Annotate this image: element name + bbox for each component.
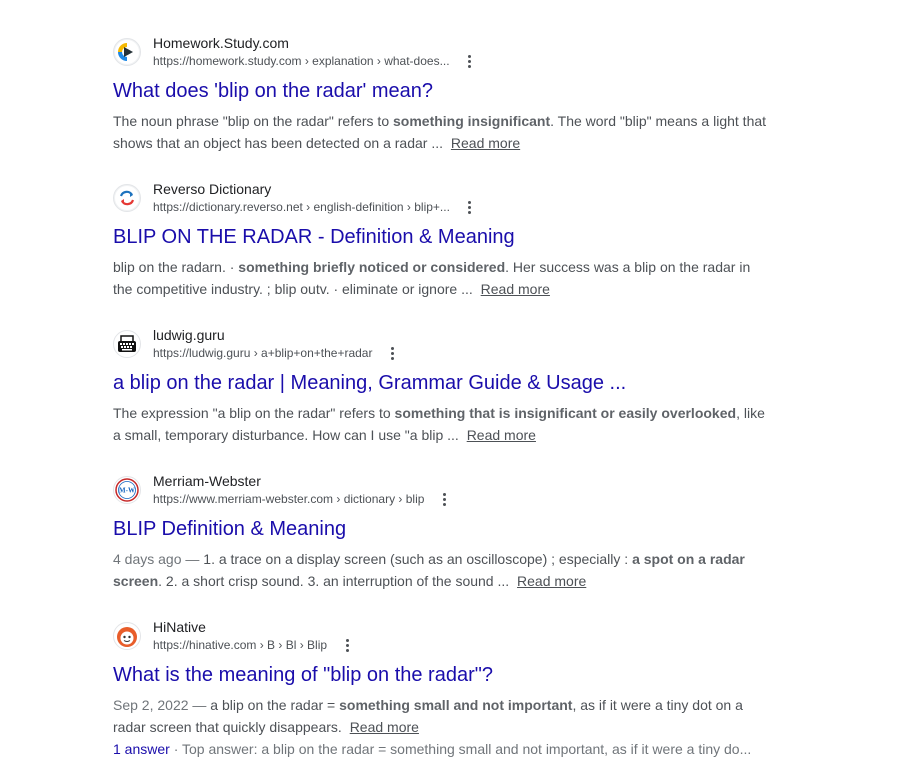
search-result: Reverso Dictionary https://dictionary.re…	[113, 180, 773, 300]
snippet-text: . 2. a short crisp sound. 3. an interrup…	[158, 573, 510, 589]
svg-text:M-W: M-W	[119, 487, 135, 495]
site-url: https://ludwig.guru › a+blip+on+the+rada…	[153, 346, 373, 360]
search-result: ludwig.guru https://ludwig.guru › a+blip…	[113, 326, 773, 446]
result-date: 4 days ago —	[113, 551, 204, 567]
result-source[interactable]: ludwig.guru https://ludwig.guru › a+blip…	[113, 326, 773, 362]
more-options-icon[interactable]	[341, 636, 353, 654]
site-url: https://dictionary.reverso.net › english…	[153, 200, 450, 214]
site-name: ludwig.guru	[153, 327, 225, 343]
site-url: https://homework.study.com › explanation…	[153, 54, 450, 68]
read-more-link[interactable]: Read more	[451, 135, 520, 151]
result-title-link[interactable]: BLIP ON THE RADAR - Definition & Meaning	[113, 224, 773, 250]
search-result: M-W Merriam-Webster https://www.merriam-…	[113, 472, 773, 592]
merriam-webster-mw-icon: M-W	[113, 476, 141, 504]
snippet-highlight: something briefly noticed or considered	[238, 259, 506, 275]
search-results: Homework.Study.com https://homework.stud…	[0, 0, 921, 780]
typewriter-icon	[113, 330, 141, 358]
result-title-link[interactable]: What is the meaning of "blip on the rada…	[113, 662, 773, 688]
snippet-highlight: something insignificant	[393, 113, 551, 129]
result-title-link[interactable]: What does 'blip on the radar' mean?	[113, 78, 773, 104]
result-snippet: 4 days ago — 1. a trace on a display scr…	[113, 548, 773, 592]
read-more-link[interactable]: Read more	[481, 281, 550, 297]
snippet-highlight: something small and not important	[339, 697, 573, 713]
snippet-highlight: something that is insignificant or easil…	[394, 405, 737, 421]
more-options-icon[interactable]	[386, 344, 398, 362]
hinative-face-icon	[113, 622, 141, 650]
more-options-icon[interactable]	[464, 198, 476, 216]
result-snippet: Sep 2, 2022 — a blip on the radar = some…	[113, 694, 773, 738]
result-snippet: The noun phrase "blip on the radar" refe…	[113, 110, 773, 154]
answers-count-link[interactable]: 1 answer	[113, 741, 170, 757]
result-date: Sep 2, 2022 —	[113, 697, 211, 713]
result-source[interactable]: HiNative https://hinative.com › B › Bl ›…	[113, 618, 773, 654]
reverso-arrows-icon	[113, 184, 141, 212]
result-snippet: blip on the radarn. · something briefly …	[113, 256, 773, 300]
result-title-link[interactable]: BLIP Definition & Meaning	[113, 516, 773, 542]
snippet-text: blip on the radarn. ·	[113, 259, 239, 275]
result-title-link[interactable]: a blip on the radar | Meaning, Grammar G…	[113, 370, 773, 396]
read-more-link[interactable]: Read more	[350, 719, 419, 735]
top-answer-line: 1 answer · Top answer: a blip on the rad…	[113, 738, 763, 760]
snippet-text: The expression "a blip on the radar" ref…	[113, 405, 395, 421]
site-url: https://hinative.com › B › Bl › Blip	[153, 638, 328, 652]
result-source[interactable]: M-W Merriam-Webster https://www.merriam-…	[113, 472, 773, 508]
read-more-link[interactable]: Read more	[467, 427, 536, 443]
search-result: Homework.Study.com https://homework.stud…	[113, 34, 773, 154]
site-name: Reverso Dictionary	[153, 181, 272, 197]
snippet-text: a blip on the radar =	[210, 697, 340, 713]
site-name: Merriam-Webster	[153, 473, 261, 489]
result-source[interactable]: Reverso Dictionary https://dictionary.re…	[113, 180, 773, 216]
read-more-link[interactable]: Read more	[517, 573, 586, 589]
study-com-play-icon	[113, 38, 141, 66]
more-options-icon[interactable]	[464, 52, 476, 70]
snippet-text: The noun phrase "blip on the radar" refe…	[113, 113, 393, 129]
result-source[interactable]: Homework.Study.com https://homework.stud…	[113, 34, 773, 70]
result-snippet: The expression "a blip on the radar" ref…	[113, 402, 773, 446]
top-answer-text: · Top answer: a blip on the radar = some…	[169, 741, 752, 757]
site-name: HiNative	[153, 619, 206, 635]
snippet-text: 1. a trace on a display screen (such as …	[203, 551, 633, 567]
more-options-icon[interactable]	[438, 490, 450, 508]
site-url: https://www.merriam-webster.com › dictio…	[153, 492, 425, 506]
site-name: Homework.Study.com	[153, 35, 289, 51]
search-result: HiNative https://hinative.com › B › Bl ›…	[113, 618, 773, 760]
